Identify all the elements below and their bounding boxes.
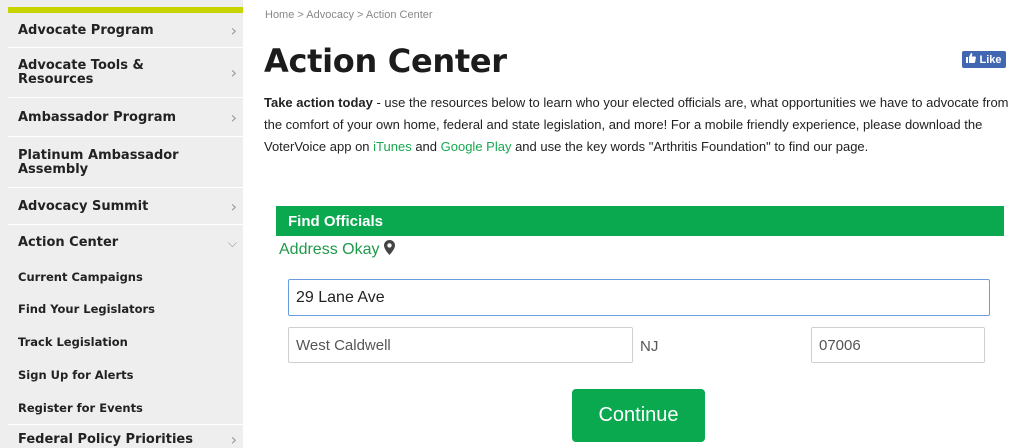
sidebar-accent-bar: [8, 7, 243, 13]
sidebar-subitem-sign-up-alerts[interactable]: Sign Up for Alerts: [18, 368, 233, 382]
intro-paragraph: Take action today - use the resources be…: [264, 92, 1009, 158]
sidebar-item-label: Advocacy Summit: [18, 198, 149, 214]
chevron-right-icon: ›: [230, 20, 237, 40]
chevron-right-icon: ›: [230, 196, 237, 216]
map-marker-icon: [384, 240, 396, 260]
sidebar-item-advocacy-summit[interactable]: Advocacy Summit ›: [8, 189, 243, 225]
intro-text: and: [411, 139, 441, 154]
sidebar-item-action-center[interactable]: Action Center ⌵: [8, 226, 243, 260]
sidebar-item-label: Platinum Ambassador Assembly: [18, 147, 179, 177]
page-title: Action Center: [264, 42, 507, 80]
sidebar-nav: Advocate Program › Advocate Tools & Reso…: [0, 0, 243, 448]
sidebar-subitem-track-legislation[interactable]: Track Legislation: [18, 335, 233, 349]
sidebar-subitem-register-events[interactable]: Register for Events: [18, 401, 233, 415]
sidebar-item-advocate-tools[interactable]: Advocate Tools & Resources ›: [8, 49, 243, 98]
find-officials-header: Find Officials: [276, 206, 1004, 236]
breadcrumb: Home > Advocacy > Action Center: [265, 9, 433, 21]
facebook-like-button[interactable]: Like: [962, 51, 1006, 68]
chevron-right-icon: ›: [230, 107, 237, 127]
sidebar-item-federal-policy[interactable]: Federal Policy Priorities ›: [8, 424, 243, 448]
sidebar-item-label: Action Center: [18, 235, 119, 250]
sidebar-item-advocate-program[interactable]: Advocate Program ›: [8, 14, 243, 48]
chevron-right-icon: ›: [230, 63, 237, 82]
zip-input[interactable]: [811, 327, 985, 363]
sidebar-subitem-find-legislators[interactable]: Find Your Legislators: [18, 302, 233, 316]
address-status-label: Address Okay: [279, 241, 380, 258]
continue-button[interactable]: Continue: [572, 389, 705, 442]
sidebar-subitem-current-campaigns[interactable]: Current Campaigns: [18, 270, 233, 284]
thumbs-up-icon: [966, 53, 977, 66]
itunes-link[interactable]: iTunes: [373, 139, 412, 154]
sidebar-item-label: Advocate Program: [18, 22, 154, 38]
city-input[interactable]: [288, 327, 633, 363]
sidebar-item-label: Advocate Tools & Resources: [18, 58, 144, 87]
state-value: NJ: [640, 338, 659, 355]
sidebar-item-ambassador-program[interactable]: Ambassador Program ›: [8, 99, 243, 137]
intro-lead: Take action today: [264, 95, 373, 110]
sidebar-item-platinum-ambassador[interactable]: Platinum Ambassador Assembly: [8, 138, 243, 188]
address-status: Address Okay: [279, 240, 396, 260]
sidebar-item-label: Ambassador Program: [18, 109, 177, 125]
google-play-link[interactable]: Google Play: [441, 139, 512, 154]
sidebar-item-label: Federal Policy Priorities: [18, 432, 193, 447]
intro-text: and use the key words "Arthritis Foundat…: [511, 139, 869, 154]
chevron-right-icon: ›: [230, 430, 237, 448]
street-address-input[interactable]: [288, 279, 990, 316]
like-label: Like: [979, 53, 1002, 66]
chevron-down-icon: ⌵: [227, 236, 237, 250]
